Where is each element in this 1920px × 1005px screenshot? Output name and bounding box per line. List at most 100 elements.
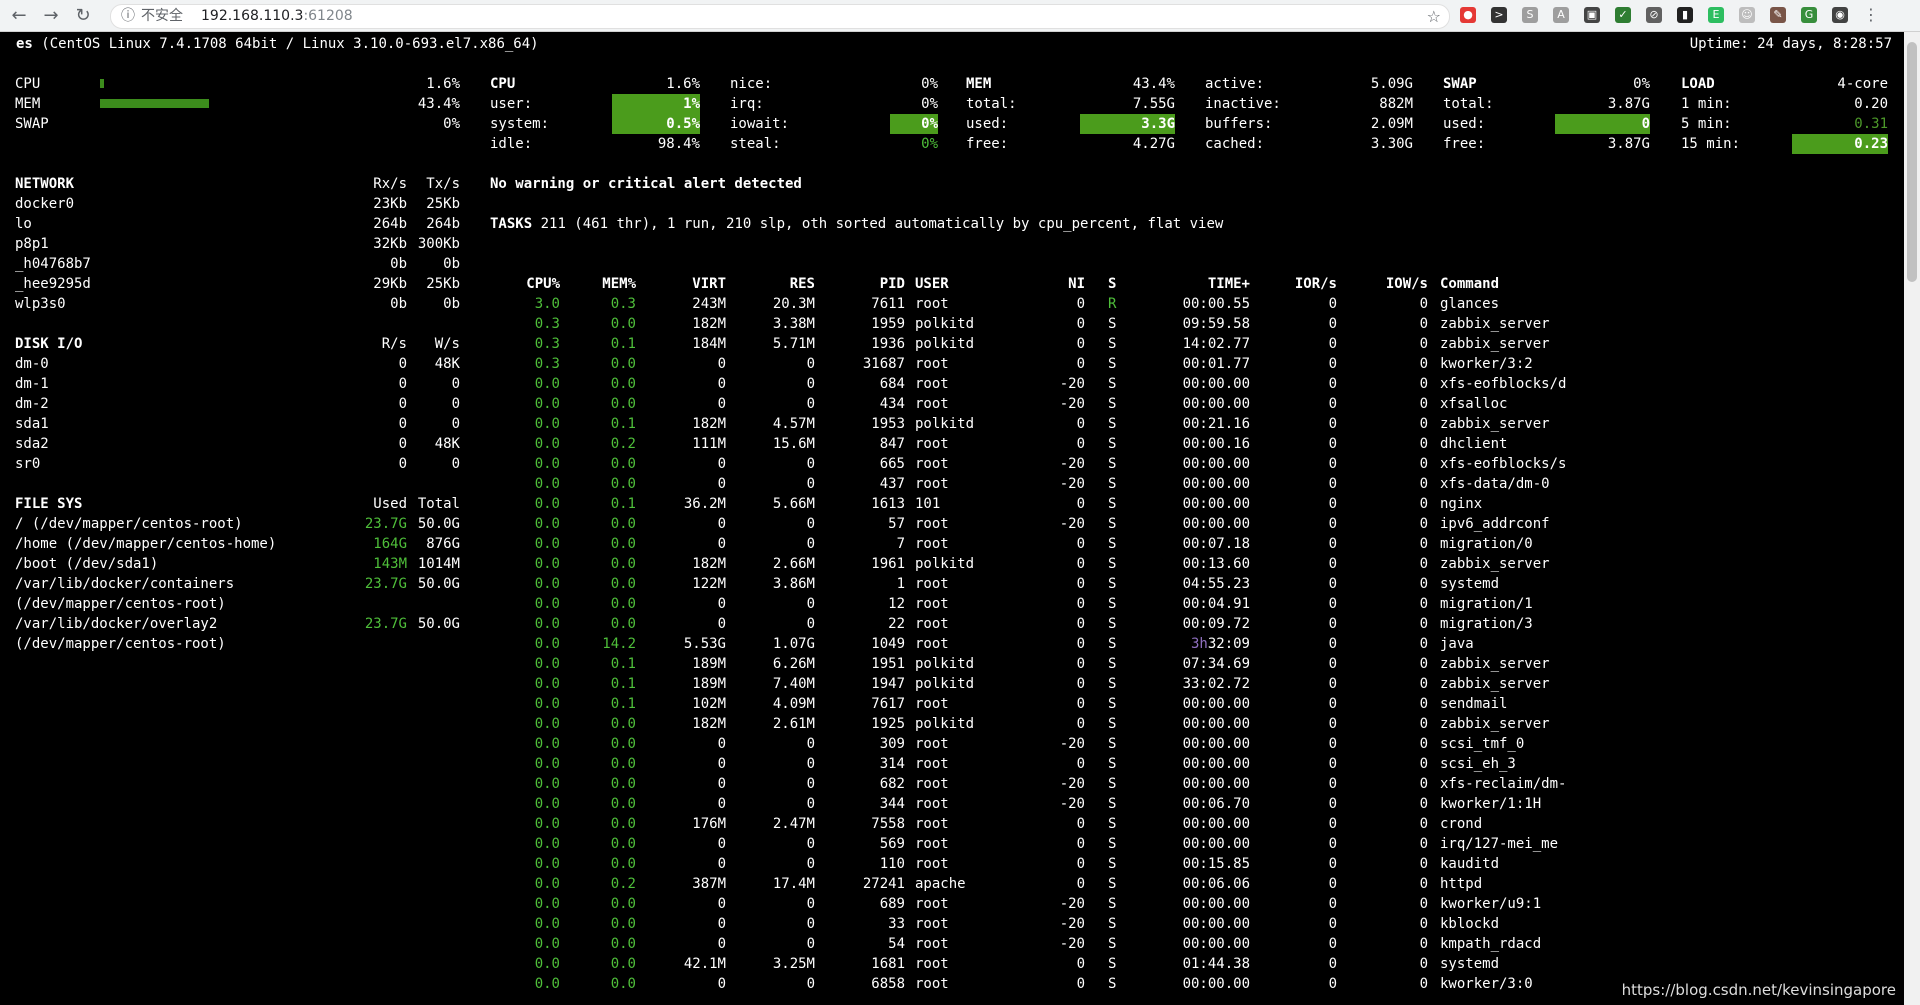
quicklook-label-swap: SWAP: [15, 116, 49, 132]
proc-res: 0: [806, 516, 815, 532]
reload-icon[interactable]: ↻: [72, 5, 94, 27]
proc-pid: 6858: [871, 976, 905, 992]
proc-pid: 665: [879, 456, 905, 472]
proc-virt: 0: [717, 896, 726, 912]
proc-virt: 5.53G: [683, 636, 726, 652]
proc-time: 00:00.00: [1182, 756, 1250, 772]
info-icon[interactable]: ⓘ: [121, 5, 135, 28]
proc-user: root: [915, 436, 949, 452]
proc-command: kworker/u9:1: [1440, 896, 1542, 912]
proc-ni: 0: [1076, 836, 1085, 852]
proc-cpu: 0.0: [534, 516, 560, 532]
menu-icon[interactable]: ⋮: [1863, 7, 1879, 23]
proc-ior: 0: [1328, 416, 1337, 432]
proc-virt: 0: [717, 776, 726, 792]
proc-state: S: [1108, 536, 1117, 552]
proc-state: S: [1108, 416, 1117, 432]
forward-arrow-icon[interactable]: →: [40, 5, 62, 27]
proc-user: polkitd: [915, 556, 975, 572]
proc-mem: 0.1: [610, 336, 636, 352]
block-icon[interactable]: ⊘: [1646, 7, 1662, 23]
proc-time: 00:09.72: [1182, 616, 1250, 632]
proc-virt: 102M: [692, 696, 726, 712]
proc-time: 00:01.77: [1182, 356, 1250, 372]
mem-used-value: 3.3G: [1141, 116, 1175, 132]
proc-state: S: [1108, 656, 1117, 672]
proc-time: 09:59.58: [1182, 316, 1250, 332]
proc-time: 00:00.16: [1182, 436, 1250, 452]
proc-command: systemd: [1440, 576, 1500, 592]
card-icon[interactable]: ▣: [1584, 7, 1600, 23]
filesys-mount: /var/lib/docker/overlay2: [15, 616, 218, 632]
proc-pid: 7: [896, 536, 905, 552]
proc-command: xfs-eofblocks/d: [1440, 376, 1567, 392]
paint-icon[interactable]: ✎: [1770, 7, 1786, 23]
proc-ior: 0: [1328, 296, 1337, 312]
proc-virt: 182M: [692, 716, 726, 732]
proc-user: polkitd: [915, 656, 975, 672]
proc-ni: -20: [1059, 456, 1085, 472]
proc-state: S: [1108, 356, 1117, 372]
quicklook-label-mem: MEM: [15, 96, 41, 112]
proc-header-s: S: [1108, 276, 1117, 292]
proc-user: root: [915, 696, 949, 712]
proc-state: S: [1108, 816, 1117, 832]
proc-cpu: 0.0: [534, 676, 560, 692]
proc-res: 0: [806, 756, 815, 772]
scrollbar-thumb[interactable]: [1907, 42, 1917, 282]
g-icon[interactable]: G: [1801, 7, 1817, 23]
terminal-icon[interactable]: >: [1491, 7, 1507, 23]
load-1min-value: 0.20: [1854, 96, 1888, 112]
bookmark-icon[interactable]: ▮: [1677, 7, 1693, 23]
shield-icon[interactable]: ✓: [1615, 7, 1631, 23]
proc-time: 00:00.00: [1182, 936, 1250, 952]
proc-iow: 0: [1419, 336, 1428, 352]
proc-command: sendmail: [1440, 696, 1508, 712]
proc-pid: 1951: [871, 656, 905, 672]
avatar-icon[interactable]: ◉: [1832, 7, 1848, 23]
proc-mem: 0.0: [610, 956, 636, 972]
address-bar[interactable]: ⓘ 不安全 192.168.110.3:61208 ☆: [110, 4, 1450, 29]
proc-res: 17.4M: [772, 876, 815, 892]
face-icon[interactable]: ☺: [1739, 7, 1755, 23]
cpu-irq-value: 0%: [921, 96, 938, 112]
proc-mem: 14.2: [602, 636, 636, 652]
proc-cpu: 0.0: [534, 716, 560, 732]
cpu-total: 1.6%: [666, 76, 700, 92]
browser-toolbar: ← → ↻ ⓘ 不安全 192.168.110.3:61208 ☆ ● > S A ▣ ✓…: [0, 0, 1920, 32]
evernote-icon[interactable]: E: [1708, 7, 1724, 23]
proc-time: 00:00.00: [1182, 836, 1250, 852]
proc-pid: 57: [888, 516, 905, 532]
proc-mem: 0.0: [610, 596, 636, 612]
filesys-total: 1014M: [417, 556, 460, 572]
stop-icon[interactable]: ●: [1460, 7, 1476, 23]
proc-state: S: [1108, 616, 1117, 632]
proc-mem: 0.0: [610, 356, 636, 372]
proc-iow: 0: [1419, 296, 1428, 312]
quicklook-value-cpu: 1.6%: [426, 76, 460, 92]
proc-user: root: [915, 596, 949, 612]
swap-free-value: 3.87G: [1607, 136, 1650, 152]
scrollbar[interactable]: [1904, 32, 1920, 1005]
s-icon[interactable]: S: [1522, 7, 1538, 23]
proc-pid: 1: [896, 576, 905, 592]
disk-name: dm-2: [15, 396, 49, 412]
proc-time: 00:00.00: [1182, 516, 1250, 532]
proc-cpu: 0.0: [534, 656, 560, 672]
disk-read: 0: [398, 376, 407, 392]
proc-virt: 0: [717, 616, 726, 632]
proc-virt: 0: [717, 916, 726, 932]
proc-state: S: [1108, 896, 1117, 912]
proc-ni: 0: [1076, 496, 1085, 512]
proc-cpu: 0.0: [534, 856, 560, 872]
proc-pid: 569: [879, 836, 905, 852]
filesys-used-header: Used: [373, 496, 407, 512]
back-arrow-icon[interactable]: ←: [8, 5, 30, 27]
proc-command: ipv6_addrconf: [1440, 516, 1550, 532]
bookmark-star-icon[interactable]: ☆: [1427, 5, 1441, 28]
a-icon[interactable]: A: [1553, 7, 1569, 23]
proc-iow: 0: [1419, 556, 1428, 572]
proc-virt: 243M: [692, 296, 726, 312]
filesys-total: 50.0G: [417, 516, 460, 532]
proc-iow: 0: [1419, 456, 1428, 472]
